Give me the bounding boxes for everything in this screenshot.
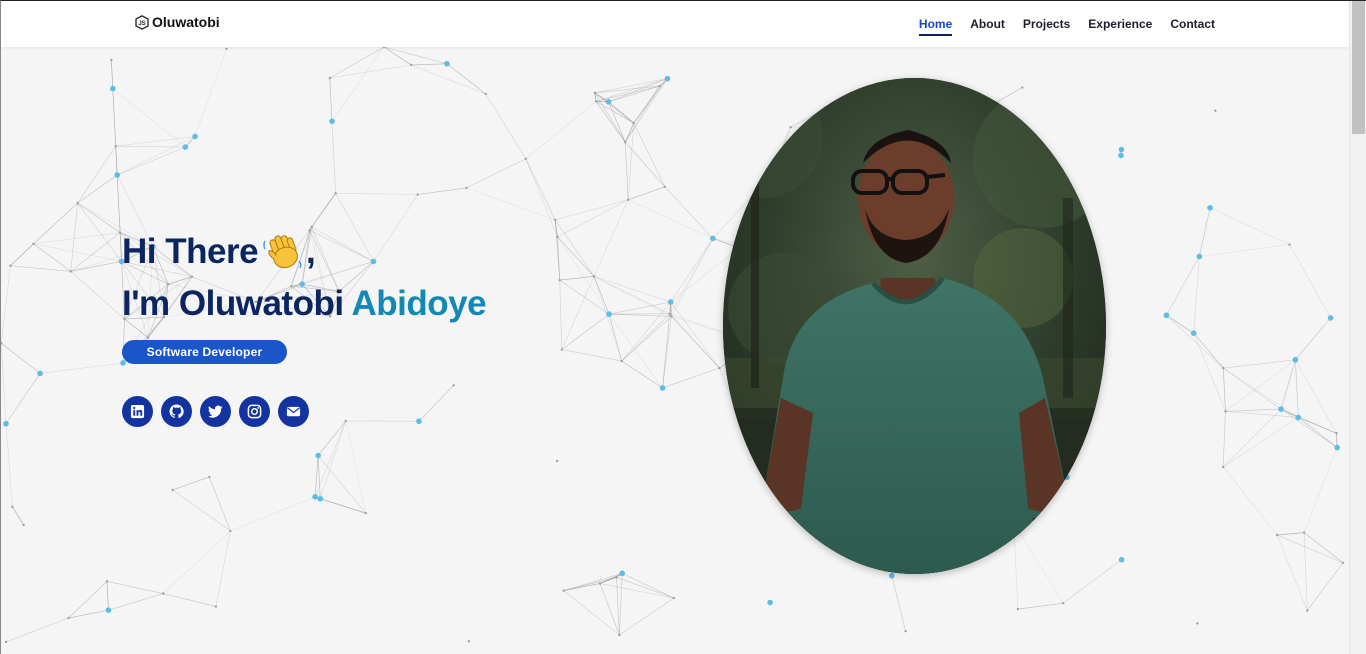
greeting-text: Hi There bbox=[122, 232, 259, 271]
nav-contact[interactable]: Contact bbox=[1170, 17, 1215, 36]
last-name: Abidoye bbox=[351, 284, 487, 323]
profile-photo-illustration bbox=[723, 78, 1106, 574]
profile-photo bbox=[723, 78, 1106, 574]
hero-name: I'm Oluwatobi Abidoye bbox=[122, 284, 487, 324]
page: JS Oluwatobi Home About Projects Experie… bbox=[0, 0, 1366, 654]
email-icon bbox=[286, 406, 301, 417]
brand-name: Oluwatobi bbox=[152, 14, 220, 30]
instagram-icon bbox=[247, 404, 262, 419]
waving-hand-emoji-icon bbox=[263, 235, 302, 269]
navbar: JS Oluwatobi Home About Projects Experie… bbox=[1, 1, 1350, 47]
twitter-button[interactable] bbox=[200, 396, 231, 427]
social-links bbox=[122, 396, 309, 427]
nav-home[interactable]: Home bbox=[918, 17, 953, 36]
nav-experience[interactable]: Experience bbox=[1088, 17, 1152, 36]
email-button[interactable] bbox=[278, 396, 309, 427]
greeting-comma: , bbox=[306, 232, 316, 271]
github-icon bbox=[169, 404, 184, 418]
nav-about[interactable]: About bbox=[970, 17, 1005, 36]
intro-prefix: I'm bbox=[122, 284, 170, 323]
brand-logo[interactable]: JS Oluwatobi bbox=[135, 14, 220, 30]
linkedin-icon bbox=[130, 404, 145, 419]
role-badge: Software Developer bbox=[122, 340, 287, 364]
github-button[interactable] bbox=[161, 396, 192, 427]
nav-links: Home About Projects Experience Contact bbox=[918, 17, 1215, 36]
js-hexagon-icon: JS bbox=[135, 14, 149, 30]
instagram-button[interactable] bbox=[239, 396, 270, 427]
twitter-icon bbox=[208, 405, 223, 418]
first-name: Oluwatobi bbox=[178, 284, 344, 323]
svg-text:JS: JS bbox=[138, 21, 145, 27]
scrollbar-thumb[interactable] bbox=[1352, 1, 1365, 134]
hero-greeting: Hi There , bbox=[122, 231, 316, 272]
hero-section: Hi There , I'm Oluwatobi Abidoye Softwar… bbox=[1, 1, 1350, 654]
nav-projects[interactable]: Projects bbox=[1023, 17, 1070, 36]
linkedin-button[interactable] bbox=[122, 396, 153, 427]
page-scrollbar[interactable] bbox=[1349, 1, 1366, 654]
